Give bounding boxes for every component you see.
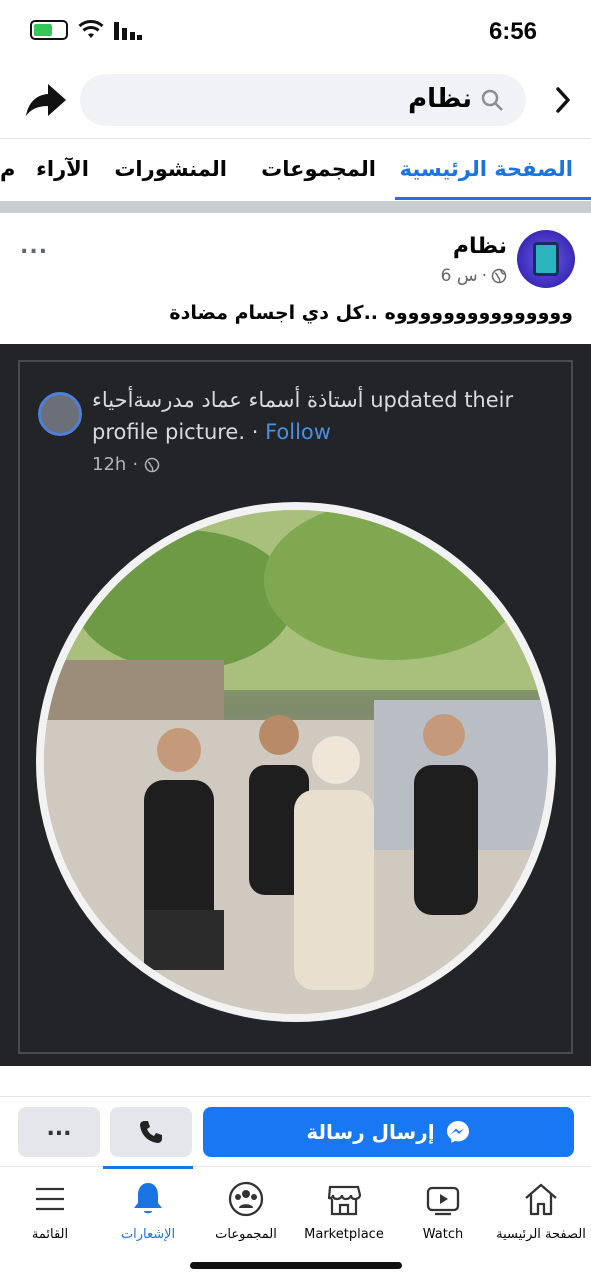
clock: 6:56 [488, 18, 537, 45]
signal-icon [114, 22, 142, 40]
post-meta: 6 س · [441, 266, 507, 286]
nav-watch[interactable]: Watch [393, 1179, 493, 1242]
marketplace-icon [327, 1185, 362, 1216]
phone-icon [140, 1121, 162, 1143]
profile-action-bar: ... إرسال رسالة [0, 1096, 591, 1166]
call-button[interactable] [110, 1107, 192, 1157]
section-divider [0, 201, 591, 213]
shared-post-card[interactable]: أستاذة أسماء عماد مدرسةأحياء updated the… [0, 344, 591, 1066]
globe-icon [144, 457, 160, 472]
nav-groups-label: المجموعات [215, 1227, 277, 1242]
watch-icon [426, 1186, 460, 1216]
search-query: نظام [408, 84, 472, 114]
nav-menu-label: القائمة [31, 1227, 69, 1242]
active-tab-indicator [395, 197, 591, 200]
photo-scene [44, 510, 548, 1014]
shared-actor-name[interactable]: أستاذة أسماء عماد مدرسةأحياء [92, 388, 364, 412]
battery-icon [30, 20, 68, 40]
status-bar: 6:56 [0, 0, 591, 66]
search-icon [481, 89, 503, 111]
search-row: نظام [0, 70, 591, 134]
bell-icon [134, 1183, 162, 1214]
shared-action-2: profile picture. [92, 420, 246, 444]
shared-post-inner: أستاذة أسماء عماد مدرسةأحياء updated the… [18, 360, 573, 1054]
menu-icon [36, 1187, 64, 1211]
page-avatar[interactable] [517, 230, 575, 288]
shared-time-text: 12h [92, 454, 127, 475]
nav-marketplace[interactable]: Marketplace [294, 1179, 394, 1242]
status-icons [30, 20, 142, 40]
globe-icon [491, 268, 507, 284]
page-name[interactable]: نظام [453, 234, 507, 259]
tab-posts[interactable]: المنشورات [114, 157, 227, 181]
active-nav-indicator [103, 1166, 193, 1169]
nav-groups[interactable]: المجموعات [196, 1179, 296, 1242]
nav-marketplace-label: Marketplace [304, 1227, 384, 1242]
page-tabs: الصفحة الرئيسية المجموعات المنشورات الآر… [0, 138, 591, 200]
tab-reviews[interactable]: الآراء [36, 157, 89, 181]
post-time: 6 س [440, 266, 478, 286]
profile-photo [44, 510, 548, 1014]
search-input[interactable]: نظام [80, 74, 526, 126]
tab-groups[interactable]: المجموعات [261, 157, 376, 181]
post-text: وووووووووووووووه ..كل دي اجسام مضادة [169, 302, 573, 324]
shared-actor-line: أستاذة أسماء عماد مدرسةأحياء updated the… [92, 388, 513, 412]
more-options-button[interactable]: ... [18, 1107, 100, 1157]
tab-more[interactable]: م [0, 157, 15, 181]
nav-notifications[interactable]: الإشعارات [98, 1179, 198, 1242]
send-message-label: إرسال رسالة [306, 1120, 435, 1144]
nav-watch-label: Watch [422, 1227, 464, 1242]
nav-menu[interactable]: القائمة [0, 1179, 100, 1242]
send-message-button[interactable]: إرسال رسالة [203, 1107, 574, 1157]
nav-notifications-label: الإشعارات [120, 1227, 176, 1242]
wifi-icon [78, 20, 104, 38]
home-indicator [190, 1262, 402, 1269]
messenger-icon [446, 1121, 469, 1143]
share-icon[interactable] [24, 80, 68, 120]
groups-icon [228, 1181, 264, 1217]
follow-link[interactable]: Follow [265, 420, 331, 444]
shared-time: 12h · [92, 454, 160, 475]
post-header: نظام 6 س · ... [0, 222, 591, 302]
shared-actor-avatar [38, 392, 82, 436]
shared-action-line: profile picture. · Follow [92, 420, 331, 444]
post-options-button[interactable]: ... [20, 234, 48, 259]
shared-action: updated their [370, 388, 514, 412]
profile-photo-frame[interactable] [36, 502, 556, 1022]
nav-home[interactable]: الصفحة الرئيسية [491, 1179, 591, 1242]
nav-home-label: الصفحة الرئيسية [496, 1227, 586, 1242]
tab-home[interactable]: الصفحة الرئيسية [400, 157, 573, 181]
back-chevron-icon[interactable] [555, 86, 571, 114]
home-icon [525, 1183, 557, 1216]
